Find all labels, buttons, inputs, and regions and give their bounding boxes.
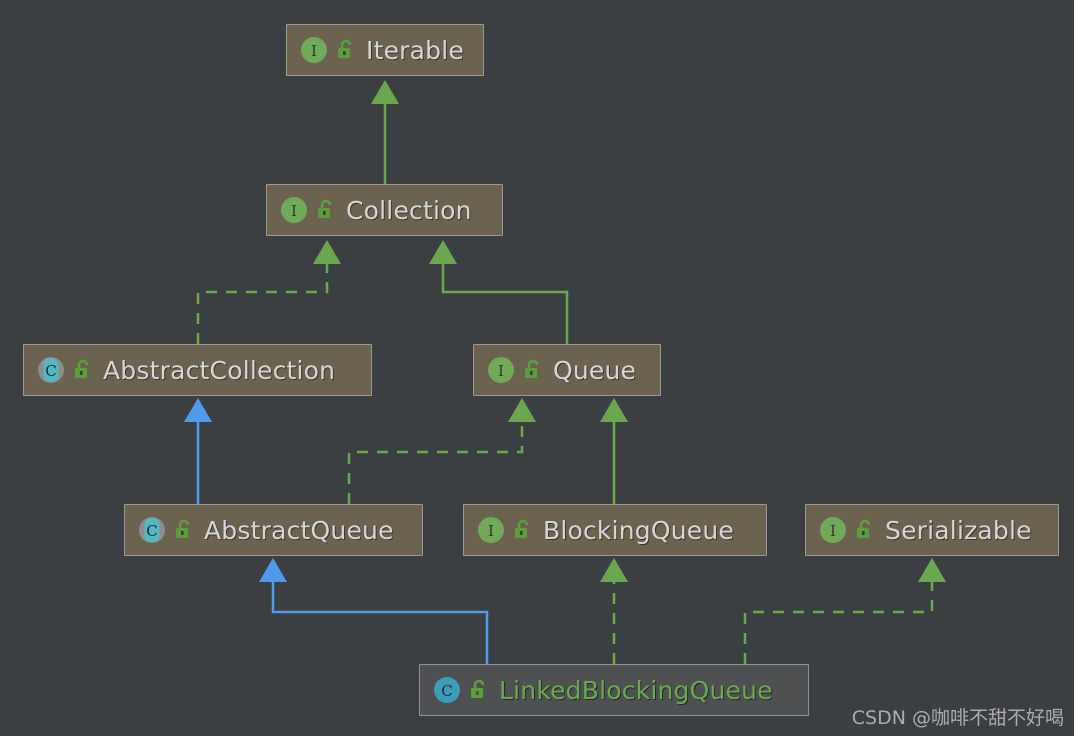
node-abstract-queue[interactable]: C AbstractQueue	[124, 504, 423, 556]
unlocked-padlock-icon	[336, 39, 366, 61]
edge-abstractqueue-to-abstractcollection	[184, 398, 212, 504]
unlocked-padlock-icon	[73, 359, 103, 381]
node-queue[interactable]: I Queue	[473, 344, 661, 396]
unlocked-padlock-icon	[316, 199, 346, 221]
svg-text:I: I	[488, 522, 494, 540]
node-linked-blocking-queue[interactable]: C LinkedBlockingQueue	[419, 664, 809, 716]
edge-collection-to-iterable	[371, 80, 399, 184]
svg-text:I: I	[311, 42, 317, 60]
svg-text:I: I	[830, 522, 836, 540]
svg-text:C: C	[441, 682, 452, 700]
svg-text:C: C	[146, 522, 157, 540]
edge-blockingqueue-to-queue	[600, 398, 628, 504]
node-collection[interactable]: I Collection	[266, 184, 503, 236]
svg-text:C: C	[45, 362, 56, 380]
edge-abstractqueue-to-queue	[347, 398, 536, 504]
edge-queue-to-collection	[429, 240, 569, 344]
interface-i-icon: I	[299, 35, 336, 65]
unlocked-padlock-icon	[513, 519, 543, 541]
abstract-class-c-icon: C	[137, 515, 174, 545]
unlocked-padlock-icon	[855, 519, 885, 541]
node-label: AbstractQueue	[204, 515, 394, 545]
node-label: Queue	[553, 355, 637, 385]
unlocked-padlock-icon	[523, 359, 553, 381]
node-label: Serializable	[885, 515, 1032, 545]
unlocked-padlock-icon	[174, 519, 204, 541]
interface-i-icon: I	[818, 515, 855, 545]
node-label: BlockingQueue	[543, 515, 735, 545]
node-serializable[interactable]: I Serializable	[805, 504, 1059, 556]
interface-i-icon: I	[279, 195, 316, 225]
uml-class-diagram: I Iterable I Collection C AbstractCollec…	[0, 0, 1074, 736]
interface-i-icon: I	[486, 355, 523, 385]
edge-abstractcollection-to-collection	[196, 240, 341, 344]
edge-lbq-to-blockingqueue	[600, 558, 628, 664]
node-blocking-queue[interactable]: I BlockingQueue	[463, 504, 767, 556]
node-label: Iterable	[366, 35, 464, 65]
node-abstract-collection[interactable]: C AbstractCollection	[23, 344, 372, 396]
svg-text:I: I	[291, 202, 297, 220]
abstract-class-c-icon: C	[36, 355, 73, 385]
unlocked-padlock-icon	[469, 679, 499, 701]
edge-lbq-to-abstractqueue	[259, 558, 489, 664]
node-label: LinkedBlockingQueue	[499, 675, 773, 705]
edge-lbq-to-serializable	[743, 558, 946, 664]
node-label: Collection	[346, 195, 472, 225]
watermark: CSDN @咖啡不甜不好喝	[851, 707, 1064, 729]
svg-text:I: I	[498, 362, 504, 380]
interface-i-icon: I	[476, 515, 513, 545]
class-c-icon: C	[432, 675, 469, 705]
node-iterable[interactable]: I Iterable	[286, 24, 484, 76]
node-label: AbstractCollection	[103, 355, 336, 385]
